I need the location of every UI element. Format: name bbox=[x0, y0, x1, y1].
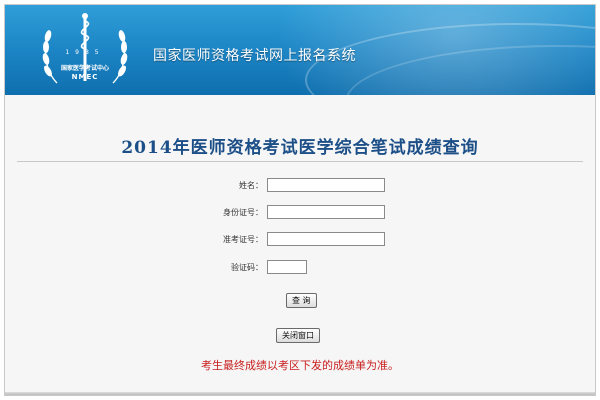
emblem-year: 1985 bbox=[65, 49, 105, 56]
name-label: 姓名： bbox=[239, 181, 263, 190]
captcha-input[interactable] bbox=[267, 260, 307, 274]
name-input[interactable] bbox=[267, 178, 385, 192]
query-panel: 2014年医师资格考试医学综合笔试成绩查询 姓名： 身份证号： 准考证号： 验证… bbox=[5, 95, 595, 395]
id-number-label: 身份证号： bbox=[223, 208, 263, 217]
id-number-input[interactable] bbox=[267, 205, 385, 219]
captcha-row: 验证码： bbox=[5, 260, 595, 278]
id-row: 身份证号： bbox=[5, 205, 595, 223]
query-button[interactable]: 查 询 bbox=[286, 293, 317, 308]
emblem-org-en: NMEC bbox=[71, 73, 99, 81]
page-title: 2014年医师资格考试医学综合笔试成绩查询 bbox=[121, 138, 479, 158]
score-notice: 考生最终成绩以考区下发的成绩单为准。 bbox=[201, 359, 399, 372]
ticket-row: 准考证号： bbox=[5, 232, 595, 250]
ticket-number-input[interactable] bbox=[267, 232, 385, 246]
system-title: 国家医师资格考试网上报名系统 bbox=[153, 48, 356, 64]
name-row: 姓名： bbox=[5, 178, 595, 196]
emblem-org-cn: 国家医学考试中心 bbox=[60, 65, 109, 72]
page-frame: 1985 国家医学考试中心 NMEC 国家医师资格考试网上报名系统 2014年医… bbox=[4, 4, 596, 396]
title-divider bbox=[17, 161, 583, 162]
header-banner: 1985 国家医学考试中心 NMEC 国家医师资格考试网上报名系统 bbox=[5, 5, 595, 95]
ticket-number-label: 准考证号： bbox=[223, 235, 263, 244]
close-window-button[interactable]: 关闭窗口 bbox=[276, 328, 320, 343]
bottom-border bbox=[5, 392, 595, 395]
nmec-emblem-logo: 1985 国家医学考试中心 NMEC bbox=[37, 11, 133, 91]
captcha-label: 验证码： bbox=[231, 263, 263, 272]
